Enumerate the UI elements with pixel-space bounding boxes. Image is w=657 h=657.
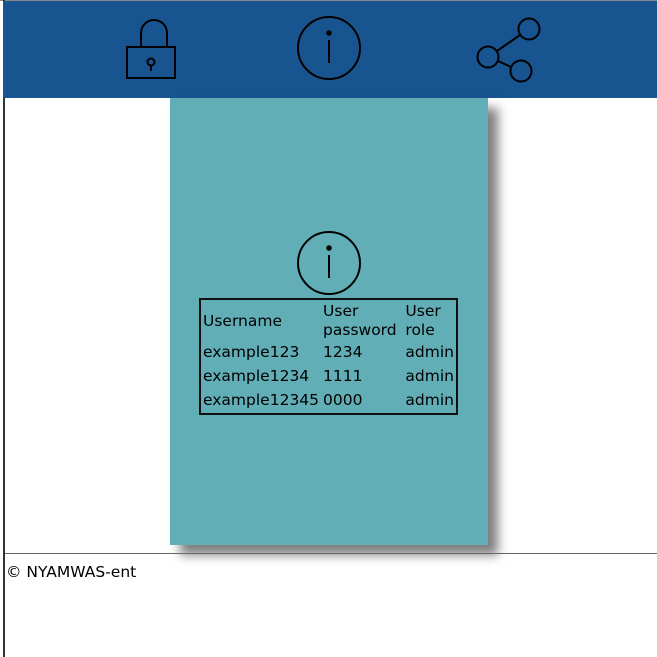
info-icon[interactable] xyxy=(291,11,367,87)
page: Username User password User role example… xyxy=(0,0,657,657)
column-header-user-password: User password xyxy=(323,302,397,339)
column-header-user-role: User role xyxy=(405,302,441,339)
role-cell: admin xyxy=(405,391,454,410)
password-cell: 0000 xyxy=(323,391,363,410)
table-row: example123 1234 admin xyxy=(201,340,456,364)
info-card: Username User password User role example… xyxy=(170,98,488,545)
username-cell: example1234 xyxy=(203,366,310,385)
lock-icon[interactable] xyxy=(116,11,192,87)
table-row: example1234 1111 admin xyxy=(201,364,456,388)
table-row: example12345 0000 admin xyxy=(201,389,456,413)
table-header-row: Username User password User role xyxy=(201,300,456,340)
column-header-username: Username xyxy=(203,311,283,330)
header-bar xyxy=(3,1,657,98)
role-cell: admin xyxy=(405,342,454,361)
password-cell: 1111 xyxy=(323,366,363,385)
copyright-text: © NYAMWAS-ent xyxy=(6,563,137,581)
share-icon[interactable] xyxy=(471,11,547,87)
username-cell: example12345 xyxy=(203,391,320,410)
info-icon xyxy=(296,230,362,296)
footer-divider xyxy=(5,553,657,554)
username-cell: example123 xyxy=(203,342,300,361)
password-cell: 1234 xyxy=(323,342,363,361)
left-divider xyxy=(3,0,5,657)
role-cell: admin xyxy=(405,366,454,385)
user-table: Username User password User role example… xyxy=(199,298,458,415)
